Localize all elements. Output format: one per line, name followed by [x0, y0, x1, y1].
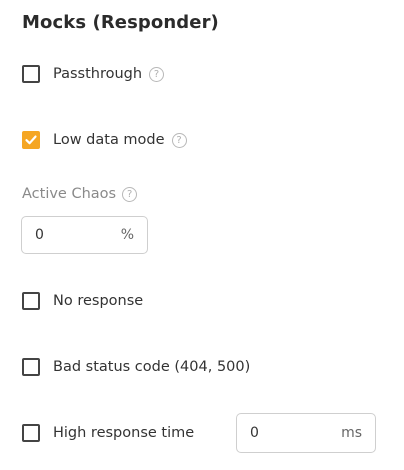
response-time-input[interactable]: 0 ms [236, 413, 376, 453]
passthrough-label: Passthrough [53, 66, 143, 82]
high-response-time-option[interactable]: High response time [22, 422, 194, 444]
help-icon[interactable]: ? [171, 132, 187, 148]
checkmark-icon [25, 135, 37, 145]
passthrough-option[interactable]: Passthrough ? [22, 63, 165, 85]
response-time-value[interactable]: 0 [250, 425, 259, 441]
no-response-label: No response [53, 293, 144, 309]
active-chaos-input[interactable]: 0 % [21, 216, 148, 254]
bad-status-code-option[interactable]: Bad status code (404, 500) [22, 356, 250, 378]
percent-unit: % [120, 227, 134, 243]
help-icon[interactable]: ? [149, 66, 165, 82]
low-data-mode-option[interactable]: Low data mode ? [22, 129, 187, 151]
no-response-option[interactable]: No response [22, 290, 143, 312]
no-response-checkbox[interactable] [22, 292, 40, 310]
high-response-time-checkbox[interactable] [22, 424, 40, 442]
low-data-mode-checkbox[interactable] [22, 131, 40, 149]
bad-status-code-label: Bad status code (404, 500) [53, 359, 251, 375]
help-icon[interactable]: ? [122, 186, 138, 202]
passthrough-checkbox[interactable] [22, 65, 40, 83]
low-data-mode-label: Low data mode [53, 132, 165, 148]
active-chaos-label: Active Chaos [22, 186, 117, 202]
page-title: Mocks (Responder) [22, 12, 219, 33]
high-response-time-label: High response time [53, 425, 195, 441]
active-chaos-value[interactable]: 0 [35, 227, 44, 243]
bad-status-code-checkbox[interactable] [22, 358, 40, 376]
active-chaos-heading: Active Chaos ? [22, 186, 138, 202]
ms-unit: ms [341, 425, 362, 441]
